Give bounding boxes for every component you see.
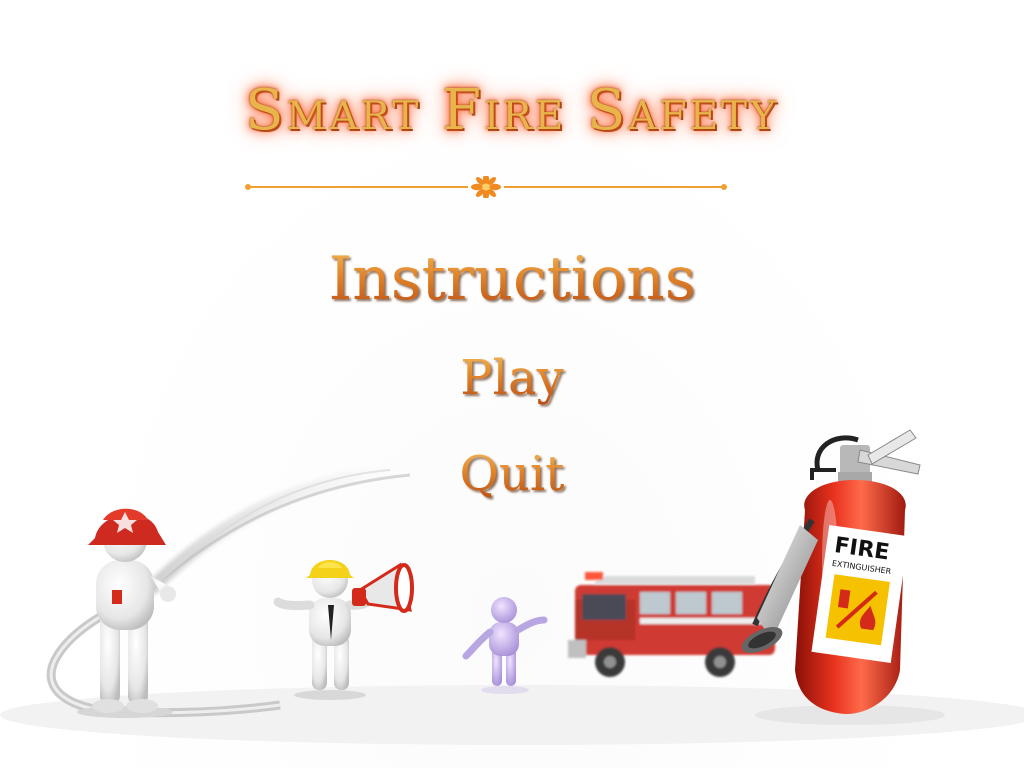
megaphone-icon	[352, 562, 414, 613]
waving-lilac-figure	[462, 597, 548, 694]
main-menu-screen: Smart Fire Safety Instructions Play Quit	[0, 0, 1024, 768]
fire-extinguisher: FIRE EXTINGUISHER	[741, 429, 945, 725]
fire-safety-scene-illustration: FIRE EXTINGUISHER	[0, 429, 1024, 745]
fire-truck	[568, 572, 775, 677]
firefighter-figure	[77, 508, 176, 718]
worker-with-megaphone-figure	[273, 560, 375, 700]
water-stream	[145, 463, 411, 595]
